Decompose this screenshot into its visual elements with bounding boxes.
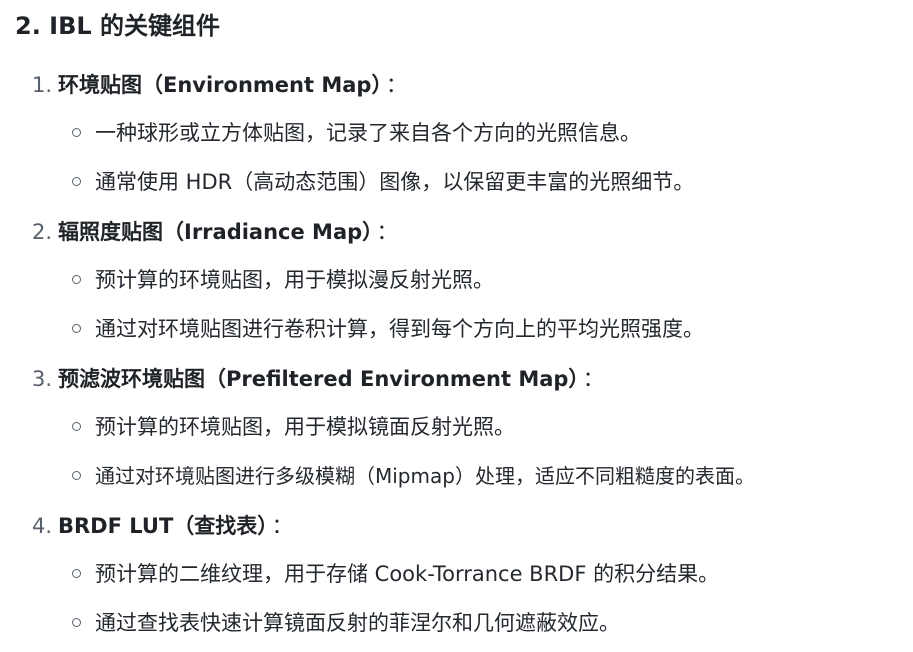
list-number: 2. <box>32 220 53 244</box>
hollow-circle-bullet-icon <box>72 617 81 627</box>
document-page: 2. IBL 的关键组件 1. 环境贴图（Environment Map）： 一种… <box>0 0 913 652</box>
hollow-circle-bullet-icon <box>72 127 81 137</box>
bullet-text: 通过对环境贴图进行卷积计算，得到每个方向上的平均光照强度。 <box>95 317 704 341</box>
list-item-irradiance-map: 2. 辐照度贴图（Irradiance Map）： <box>32 214 398 250</box>
sub-bullet: 通过对环境贴图进行多级模糊（Mipmap）处理，适应不同粗糙度的表面。 <box>72 458 755 494</box>
item-title: BRDF LUT（查找表） <box>58 514 268 538</box>
item-title: 辐照度贴图（Irradiance Map） <box>58 220 373 244</box>
hollow-circle-bullet-icon <box>72 274 81 284</box>
item-colon: ： <box>376 220 398 244</box>
bullet-text: 通常使用 HDR（高动态范围）图像，以保留更丰富的光照细节。 <box>95 170 695 194</box>
list-number: 3. <box>32 367 53 391</box>
bullet-text: 预计算的二维纹理，用于存储 Cook-Torrance BRDF 的积分结果。 <box>95 562 720 586</box>
hollow-circle-bullet-icon <box>72 470 81 480</box>
item-title: 环境贴图（Environment Map） <box>58 73 382 97</box>
hollow-circle-bullet-icon <box>72 323 81 333</box>
sub-bullet: 通过查找表快速计算镜面反射的菲涅尔和几何遮蔽效应。 <box>72 605 620 641</box>
list-number: 4. <box>32 514 53 538</box>
item-colon: ： <box>271 514 293 538</box>
item-title: 预滤波环境贴图（Prefiltered Environment Map） <box>58 367 579 391</box>
list-item-environment-map: 1. 环境贴图（Environment Map）： <box>32 67 407 103</box>
bullet-text: 一种球形或立方体贴图，记录了来自各个方向的光照信息。 <box>95 121 641 145</box>
bullet-text: 预计算的环境贴图，用于模拟镜面反射光照。 <box>95 415 515 439</box>
sub-bullet: 预计算的二维纹理，用于存储 Cook-Torrance BRDF 的积分结果。 <box>72 556 719 592</box>
list-item-brdf-lut: 4. BRDF LUT（查找表）： <box>32 508 293 544</box>
section-heading: 2. IBL 的关键组件 <box>15 12 221 40</box>
list-item-prefiltered-environment-map: 3. 预滤波环境贴图（Prefiltered Environment Map）： <box>32 361 604 397</box>
sub-bullet: 通过对环境贴图进行卷积计算，得到每个方向上的平均光照强度。 <box>72 311 704 347</box>
sub-bullet: 一种球形或立方体贴图，记录了来自各个方向的光照信息。 <box>72 115 641 151</box>
hollow-circle-bullet-icon <box>72 568 81 578</box>
item-colon: ： <box>582 367 604 391</box>
hollow-circle-bullet-icon <box>72 176 81 186</box>
bullet-text: 通过查找表快速计算镜面反射的菲涅尔和几何遮蔽效应。 <box>95 611 620 635</box>
hollow-circle-bullet-icon <box>72 421 81 431</box>
bullet-text: 预计算的环境贴图，用于模拟漫反射光照。 <box>95 268 494 292</box>
sub-bullet: 预计算的环境贴图，用于模拟漫反射光照。 <box>72 262 494 298</box>
list-number: 1. <box>32 73 53 97</box>
sub-bullet: 通常使用 HDR（高动态范围）图像，以保留更丰富的光照细节。 <box>72 164 694 200</box>
bullet-text: 通过对环境贴图进行多级模糊（Mipmap）处理，适应不同粗糙度的表面。 <box>95 464 755 488</box>
item-colon: ： <box>385 73 407 97</box>
sub-bullet: 预计算的环境贴图，用于模拟镜面反射光照。 <box>72 409 515 445</box>
